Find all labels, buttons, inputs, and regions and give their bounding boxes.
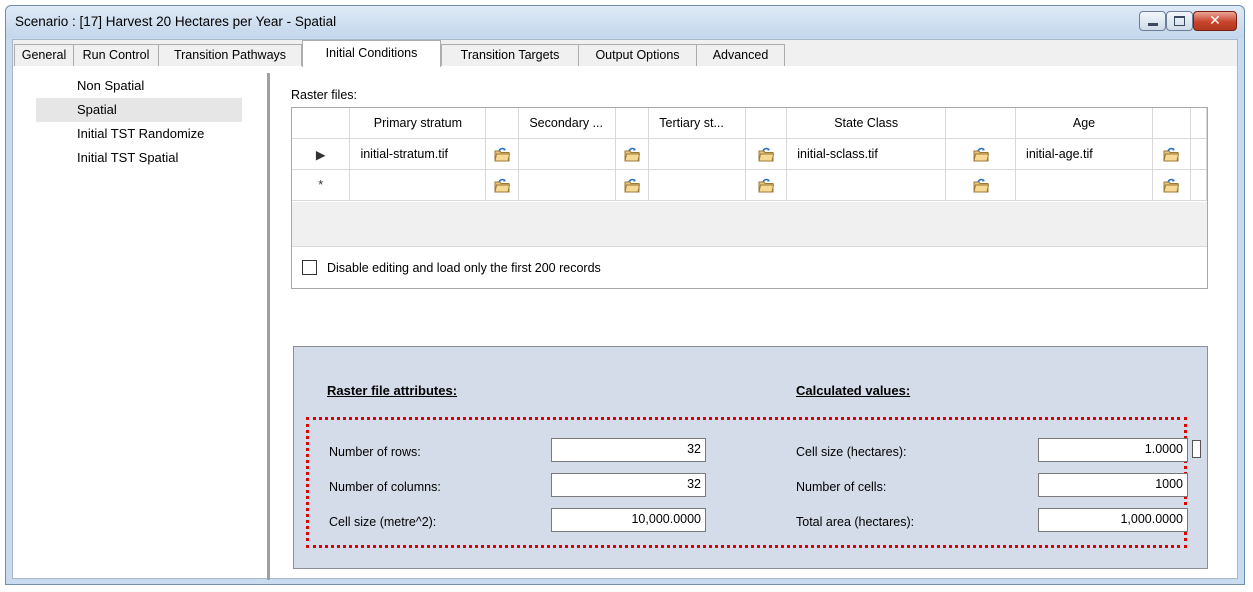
total-area-field[interactable]: 1,000.0000: [1038, 508, 1188, 532]
folder-open-icon: [617, 140, 648, 169]
folder-open-icon: [747, 140, 786, 169]
grid-corner-cell: [292, 108, 351, 139]
tab-advanced[interactable]: Advanced: [696, 44, 785, 66]
grid-filler-cell: [1189, 138, 1208, 170]
tertiary-stratum-cell[interactable]: [648, 138, 747, 170]
tab-strip: General Run Control Transition Pathways …: [13, 40, 1237, 67]
initial-conditions-panel: Non Spatial Spatial Initial TST Randomiz…: [13, 66, 1237, 580]
table-row: ▶ initial-stratum.tif initial-sclass.tif…: [292, 138, 1208, 170]
nav-item-spatial[interactable]: Spatial: [36, 98, 242, 122]
column-header-tertiary-stratum[interactable]: Tertiary st...: [648, 108, 747, 139]
state-class-cell[interactable]: [786, 169, 947, 201]
raster-files-label: Raster files:: [291, 88, 357, 102]
column-header-secondary-stratum[interactable]: Secondary ...: [518, 108, 617, 139]
column-header-spacer: [615, 108, 650, 139]
browse-button[interactable]: [945, 138, 1017, 170]
calculated-values-heading: Calculated values:: [796, 383, 911, 398]
tab-output-options[interactable]: Output Options: [578, 44, 697, 66]
grid-header-row: Primary stratum Secondary ... Tertiary s…: [292, 108, 1208, 139]
tab-general[interactable]: General: [14, 44, 74, 66]
folder-open-icon: [487, 140, 518, 169]
tertiary-stratum-cell[interactable]: [648, 169, 747, 201]
secondary-stratum-cell[interactable]: [518, 169, 617, 201]
columns-field[interactable]: 32: [551, 473, 706, 497]
tab-transition-pathways[interactable]: Transition Pathways: [158, 44, 302, 66]
disable-editing-option[interactable]: Disable editing and load only the first …: [302, 260, 601, 275]
browse-button[interactable]: [485, 138, 520, 170]
minimize-icon: [1147, 22, 1158, 26]
disable-editing-label: Disable editing and load only the first …: [327, 260, 601, 275]
folder-open-icon: [487, 171, 518, 200]
folder-open-icon: [947, 140, 1015, 169]
rows-label: Number of rows:: [329, 445, 421, 459]
primary-stratum-cell[interactable]: initial-stratum.tif: [349, 138, 487, 170]
browse-button[interactable]: [1151, 138, 1191, 170]
folder-open-icon: [617, 171, 648, 200]
raster-attributes-panel: Raster file attributes: Calculated value…: [293, 346, 1208, 569]
table-row: *: [292, 169, 1208, 201]
age-cell[interactable]: initial-age.tif: [1015, 138, 1153, 170]
tab-transition-targets[interactable]: Transition Targets: [441, 44, 579, 66]
num-cells-field[interactable]: 1000: [1038, 473, 1188, 497]
cell-size-m2-label: Cell size (metre^2):: [329, 515, 437, 529]
browse-button[interactable]: [745, 138, 788, 170]
browse-button[interactable]: [615, 169, 650, 201]
folder-open-icon: [747, 171, 786, 200]
browse-button[interactable]: [745, 169, 788, 201]
browse-button[interactable]: [485, 169, 520, 201]
scenario-window: Scenario : [17] Harvest 20 Hectares per …: [5, 5, 1245, 585]
folder-open-icon: [947, 171, 1015, 200]
row-pointer-icon[interactable]: ▶: [292, 138, 351, 170]
primary-stratum-cell[interactable]: [349, 169, 487, 201]
cell-size-m2-field[interactable]: 10,000.0000: [551, 508, 706, 532]
minimize-button[interactable]: [1139, 11, 1166, 31]
tab-run-control[interactable]: Run Control: [73, 44, 159, 66]
grid-filler-cell: [1189, 169, 1208, 201]
column-header-spacer: [1151, 108, 1191, 139]
maximize-icon: [1174, 16, 1185, 26]
window-client: General Run Control Transition Pathways …: [12, 39, 1238, 580]
num-cells-label: Number of cells:: [796, 480, 887, 494]
browse-button[interactable]: [945, 169, 1017, 201]
column-header-age[interactable]: Age: [1015, 108, 1153, 139]
grid-empty-area: [292, 202, 1207, 247]
disable-editing-checkbox[interactable]: [302, 260, 317, 275]
splitter[interactable]: [267, 73, 270, 580]
column-header-spacer: [945, 108, 1017, 139]
tab-initial-conditions[interactable]: Initial Conditions: [302, 40, 441, 67]
window-title: Scenario : [17] Harvest 20 Hectares per …: [15, 14, 337, 29]
secondary-stratum-cell[interactable]: [518, 138, 617, 170]
folder-open-icon: [1153, 140, 1189, 169]
cell-size-ha-label: Cell size (hectares):: [796, 445, 907, 459]
raster-files-grid: Primary stratum Secondary ... Tertiary s…: [291, 107, 1208, 289]
raster-attributes-heading: Raster file attributes:: [327, 383, 458, 398]
column-header-spacer: [745, 108, 788, 139]
title-bar[interactable]: Scenario : [17] Harvest 20 Hectares per …: [6, 6, 1244, 38]
browse-button[interactable]: [1151, 169, 1191, 201]
initial-conditions-nav: Non Spatial Spatial Initial TST Randomiz…: [36, 74, 242, 170]
nav-item-non-spatial[interactable]: Non Spatial: [36, 74, 242, 98]
folder-open-icon: [1153, 171, 1189, 200]
new-row-icon[interactable]: *: [292, 169, 351, 201]
state-class-cell[interactable]: initial-sclass.tif: [786, 138, 947, 170]
column-header-spacer: [1189, 108, 1208, 139]
maximize-button[interactable]: [1166, 11, 1193, 31]
clipped-control[interactable]: [1192, 440, 1201, 458]
close-icon: ✕: [1209, 13, 1221, 29]
column-header-primary-stratum[interactable]: Primary stratum: [349, 108, 487, 139]
column-header-spacer: [485, 108, 520, 139]
total-area-label: Total area (hectares):: [796, 515, 915, 529]
close-button[interactable]: ✕: [1193, 11, 1237, 31]
rows-field[interactable]: 32: [551, 438, 706, 462]
columns-label: Number of columns:: [329, 480, 441, 494]
column-header-state-class[interactable]: State Class: [786, 108, 947, 139]
browse-button[interactable]: [615, 138, 650, 170]
nav-item-initial-tst-randomize[interactable]: Initial TST Randomize: [36, 122, 242, 146]
age-cell[interactable]: [1015, 169, 1153, 201]
nav-item-initial-tst-spatial[interactable]: Initial TST Spatial: [36, 146, 242, 170]
cell-size-ha-field[interactable]: 1.0000: [1038, 438, 1188, 462]
